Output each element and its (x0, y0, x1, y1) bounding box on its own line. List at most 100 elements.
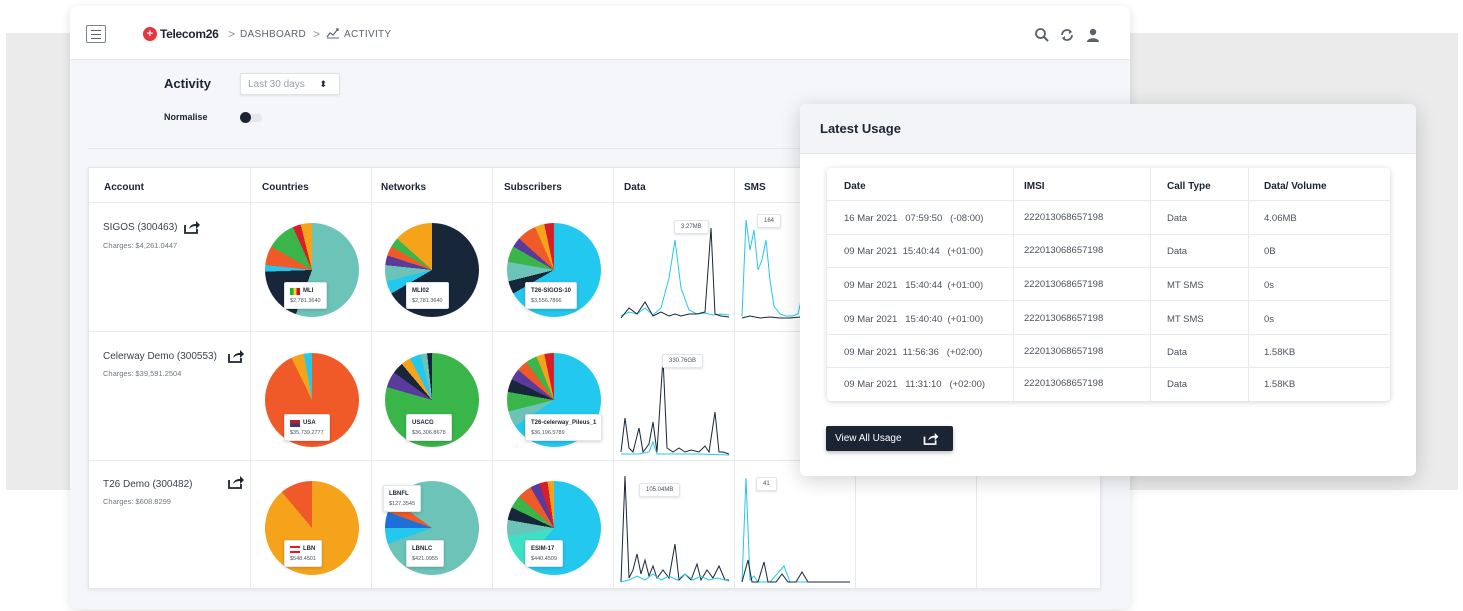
usage-volume: 0B (1264, 246, 1276, 257)
subscriber-value: $36,196.5789 (531, 430, 565, 436)
network-value: $36,306.8678 (412, 430, 446, 436)
sms-peak-callout: 41 (756, 477, 777, 491)
subscriber-value: $440.4509 (531, 556, 557, 562)
period-select[interactable]: Last 30 days ⬍ (240, 73, 340, 95)
share-icon[interactable] (184, 220, 200, 234)
latest-usage-panel: Latest Usage Date IMSI Call Type Data/ V… (800, 104, 1416, 476)
data-peak-callout: 330.76GB (662, 354, 704, 368)
col-header-call-type: Call Type (1167, 181, 1211, 192)
usa-flag-icon (290, 420, 300, 427)
countries-tag: USA $35,739.2777 (284, 414, 330, 441)
usage-volume: 1.58KB (1264, 347, 1296, 358)
usage-date: 16 Mar 2021 07:59:50 (-08:00) (844, 213, 984, 224)
logo-icon: + (143, 27, 157, 41)
subscribers-tag: T26-celerway_Pileus_1 $36,196.5789 (525, 414, 603, 441)
brand-name: Telecom26 (160, 27, 219, 41)
usage-volume: 4.06MB (1264, 213, 1297, 224)
usage-imsi: 222013068657198 (1024, 378, 1104, 389)
share-icon[interactable] (228, 475, 244, 489)
panel-header: Latest Usage (800, 104, 1416, 154)
user-icon[interactable] (1085, 27, 1101, 43)
col-header-networks: Networks (381, 182, 427, 193)
col-header-imsi: IMSI (1024, 181, 1045, 192)
data-peak-callout: 105.04MB (639, 483, 681, 497)
account-name[interactable]: T26 Demo (300482) (103, 479, 193, 490)
usage-type: MT SMS (1167, 314, 1204, 325)
usage-date: 09 Mar 2021 15:40:44 (+01:00) (844, 280, 984, 291)
usage-date: 09 Mar 2021 11:31:10 (+02:00) (844, 379, 986, 390)
network-name: USACG (412, 420, 434, 426)
networks-tag: MLI02 $2,781.3640 (406, 282, 449, 309)
usage-imsi: 222013068657198 (1024, 279, 1104, 290)
col-header-date: Date (844, 181, 866, 192)
breadcrumb-separator: > (228, 27, 236, 41)
panel-title: Latest Usage (820, 121, 901, 136)
breadcrumb-separator: > (313, 27, 321, 41)
col-header-sms: SMS (744, 182, 766, 193)
normalise-toggle[interactable] (240, 112, 262, 123)
usage-type: MT SMS (1167, 280, 1204, 291)
usage-type: Data (1167, 347, 1188, 358)
usage-imsi: 222013068657198 (1024, 245, 1104, 256)
country-value: $2,781.3640 (290, 298, 321, 304)
usage-date: 09 Mar 2021 15:40:44 (+01:00) (844, 246, 984, 257)
countries-tag: MLI $2,781.3640 (284, 282, 327, 309)
subscribers-tag: T26-SIGOS-10 $3,556.7866 (525, 282, 578, 309)
network-name: MLI02 (412, 288, 430, 294)
menu-icon[interactable] (86, 25, 106, 43)
subscribers-tag: ESIM-17 $440.4509 (525, 540, 563, 567)
network-value: $2,781.3640 (412, 298, 443, 304)
subscriber-name: T26-celerway_Pileus_1 (531, 420, 597, 426)
account-charges: Charges: $608.8299 (103, 497, 171, 506)
country-name: LBN (303, 546, 316, 552)
networks-tag: USACG $36,306.8678 (406, 414, 452, 441)
refresh-icon[interactable] (1059, 27, 1075, 43)
search-icon[interactable] (1034, 27, 1050, 43)
view-all-usage-label: View All Usage (835, 433, 902, 444)
subscriber-value: $3,556.7866 (531, 298, 562, 304)
mali-flag-icon (290, 288, 300, 295)
usage-imsi: 222013068657198 (1024, 313, 1104, 324)
network-value: $421.0955 (412, 556, 438, 562)
sms-peak-callout: 164 (757, 214, 782, 228)
account-charges: Charges: $39,591.2504 (103, 369, 182, 378)
country-value: $548.4501 (290, 556, 316, 562)
usage-volume: 1.58KB (1264, 379, 1296, 390)
networks-tag: LBNLC $421.0955 (406, 540, 444, 567)
network-value: $127.3545 (389, 501, 415, 507)
usage-type: Data (1167, 246, 1188, 257)
share-icon (923, 432, 939, 445)
activity-label: Activity (164, 76, 211, 91)
view-all-usage-button[interactable]: View All Usage (826, 426, 953, 451)
usage-volume: 0s (1264, 314, 1275, 325)
normalise-label: Normalise (164, 112, 208, 122)
data-peak-callout: 3.27MB (674, 220, 709, 234)
networks-extra-tag: LBNFL $127.3545 (383, 485, 421, 512)
col-header-countries: Countries (262, 182, 309, 193)
breadcrumb-activity[interactable]: ACTIVITY (344, 29, 391, 40)
usage-volume: 0s (1264, 280, 1275, 291)
network-name: LBNLC (412, 546, 433, 552)
col-header-volume: Data/ Volume (1264, 181, 1327, 192)
activity-chart-icon (326, 28, 339, 39)
usage-imsi: 222013068657198 (1024, 212, 1104, 223)
top-bar: + Telecom26 > DASHBOARD > ACTIVITY (70, 6, 1130, 60)
usage-type: Data (1167, 379, 1188, 390)
usage-type: Data (1167, 213, 1188, 224)
usage-table: Date IMSI Call Type Data/ Volume 16 Mar … (827, 168, 1390, 401)
breadcrumb-dashboard[interactable]: DASHBOARD (240, 29, 306, 40)
usage-imsi: 222013068657198 (1024, 346, 1104, 357)
usage-date: 09 Mar 2021 11:56:36 (+02:00) (844, 347, 983, 358)
col-header-data: Data (624, 182, 646, 193)
period-select-value: Last 30 days (248, 79, 305, 90)
select-arrow-icon: ⬍ (319, 79, 327, 89)
subscriber-name: T26-SIGOS-10 (531, 288, 572, 294)
country-name: MLI (303, 288, 314, 294)
network-name: LBNFL (389, 491, 409, 497)
country-name: USA (303, 420, 316, 426)
account-name[interactable]: Celerway Demo (300553) (103, 351, 217, 362)
share-icon[interactable] (228, 349, 244, 363)
account-charges: Charges: $4,261.0447 (103, 241, 178, 250)
account-name[interactable]: SIGOS (300463) (103, 222, 177, 233)
col-header-account: Account (104, 182, 144, 193)
